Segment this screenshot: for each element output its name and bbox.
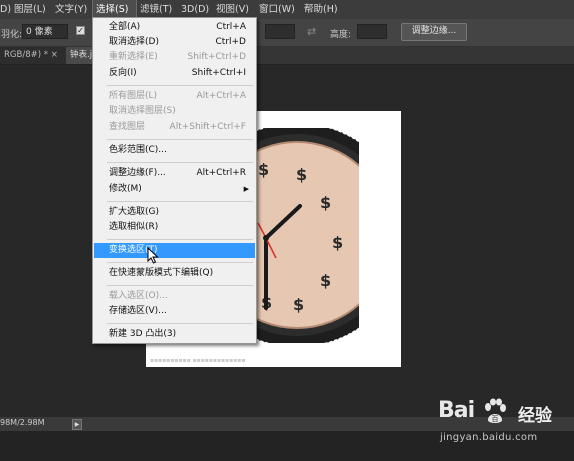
- menu-separator: [107, 285, 253, 286]
- menu-separator: [107, 239, 253, 240]
- status-menu-arrow-icon[interactable]: ▶: [72, 419, 82, 430]
- menu-item-quick-mask[interactable]: 在快速蒙版模式下编辑(Q): [94, 266, 255, 281]
- dollar-mark-5: $: [293, 295, 304, 314]
- height-label: 高度:: [330, 30, 352, 40]
- menu-item-reselect: 重新选择(E) Shift+Ctrl+D: [109, 52, 246, 62]
- menu-help[interactable]: 帮助(H): [304, 0, 338, 19]
- menu-item-inverse[interactable]: 反向(I) Shift+Ctrl+I: [94, 66, 255, 81]
- menu-separator: [107, 162, 253, 163]
- dollar-mark-4: $: [320, 271, 331, 290]
- dollar-mark-7: $: [258, 160, 269, 179]
- menu-separator: [107, 262, 253, 263]
- submenu-arrow-icon: ▶: [243, 185, 249, 193]
- menu-item-all-layers: 所有图层(L) Alt+Ctrl+A: [109, 91, 246, 101]
- dollar-mark-3: $: [332, 233, 343, 252]
- swap-icon[interactable]: ⇄: [307, 25, 316, 38]
- options-bar: 羽化: 0 像素 ✓ ⇄ 高度: 调整边缘...: [0, 19, 574, 47]
- document-size: 98M/2.98M: [0, 418, 45, 427]
- menu-item-save-selection[interactable]: 存储选区(V)...: [94, 304, 255, 319]
- menu-type[interactable]: 文字(Y): [55, 0, 87, 19]
- document-tab-bar: RGB/8#) * × 钟表.j: [0, 47, 574, 65]
- height-input[interactable]: [357, 24, 387, 39]
- menu-window[interactable]: 窗口(W): [259, 0, 295, 19]
- menu-item-similar[interactable]: 选取相似(R): [94, 220, 255, 235]
- menu-item-deselect[interactable]: 取消选择(D) Ctrl+D: [94, 35, 255, 50]
- dollar-mark-2: $: [320, 193, 331, 212]
- baidu-paw-char: 百: [492, 415, 499, 423]
- select-menu-dropdown: 全部(A) Ctrl+A 取消选择(D) Ctrl+D 重新选择(E) Shift+C…: [92, 17, 257, 344]
- width-input[interactable]: [265, 24, 295, 39]
- anti-alias-checkbox[interactable]: ✓: [76, 26, 85, 35]
- menu-item-load-selection: 载入选区(O)...: [109, 291, 168, 301]
- menu-bar: D) 图层(L) 文字(Y) 选择(S) 滤镜(T) 3D(D) 视图(V) 窗…: [0, 0, 574, 20]
- jingyan-url: jingyan.baidu.com: [440, 432, 538, 443]
- menu-item-transform-selection[interactable]: 变换选区(T): [94, 243, 255, 258]
- baidu-jingyan-watermark: Bai 百 经验: [438, 398, 568, 428]
- feather-input[interactable]: 0 像素: [22, 24, 68, 39]
- menu-item-deselect-layers: 取消选择图层(S): [109, 106, 176, 116]
- mouse-pointer-icon: [147, 247, 159, 264]
- menu-item-select-all[interactable]: 全部(A) Ctrl+A: [94, 20, 255, 35]
- menu-separator: [107, 323, 253, 324]
- dollar-mark-1: $: [296, 165, 307, 184]
- jingyan-text: 经验: [518, 406, 552, 426]
- menu-separator: [107, 201, 253, 202]
- menu-item-color-range[interactable]: 色彩范围(C)...: [94, 143, 255, 158]
- tab-document-1[interactable]: RGB/8#) * ×: [0, 47, 68, 64]
- menu-item-modify[interactable]: 修改(M) ▶: [94, 182, 255, 197]
- menu-separator: [107, 139, 253, 140]
- refine-edge-button[interactable]: 调整边缘...: [401, 23, 467, 41]
- menu-separator: [107, 85, 253, 86]
- menu-fragment[interactable]: D): [0, 0, 11, 19]
- image-watermark: ▪▪▪▪▪▪▪▪▪▪ ▪▪▪▪▪▪▪▪▪▪▪▪▪: [150, 357, 246, 364]
- menu-item-grow[interactable]: 扩大选取(G): [94, 205, 255, 220]
- baidu-logo-text: Bai: [438, 398, 475, 423]
- feather-label: 羽化:: [1, 30, 23, 40]
- menu-layer[interactable]: 图层(L): [14, 0, 46, 19]
- baidu-paw-icon: 百: [485, 398, 506, 423]
- menu-item-3d-extrusion[interactable]: 新建 3D 凸出(3): [94, 327, 255, 342]
- menu-item-find-layers: 查找图层 Alt+Shift+Ctrl+F: [109, 122, 246, 132]
- menu-item-refine-edge[interactable]: 调整边缘(F)... Alt+Ctrl+R: [94, 166, 255, 181]
